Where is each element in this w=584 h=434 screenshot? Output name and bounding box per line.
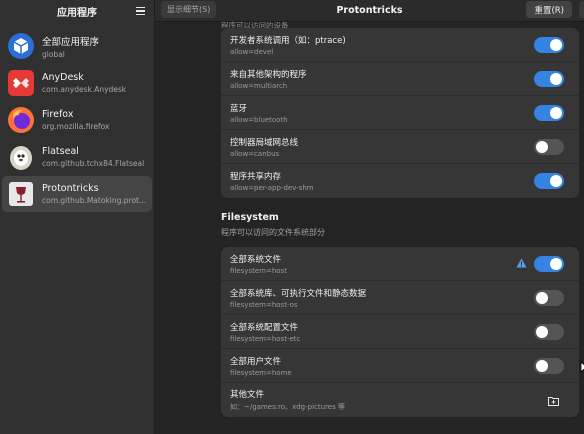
cube-icon <box>7 32 35 60</box>
permission-row-bluetooth: 蓝牙 allow=bluetooth <box>221 96 579 130</box>
page-title: Protontricks <box>336 5 403 16</box>
toggle-switch[interactable] <box>534 37 564 53</box>
app-id: com.github.Matoking.prot… <box>42 196 147 205</box>
row-title: 全部系统库、可执行文件和静态数据 <box>230 288 367 299</box>
filesystem-list: 全部系统文件 filesystem=host 全部系统库、可执行文件和静态数据 … <box>221 247 579 417</box>
row-subtitle: filesystem=home <box>230 368 292 377</box>
anydesk-icon <box>7 69 35 97</box>
row-title: 全部用户文件 <box>230 356 282 367</box>
row-title: 开发者系统调用（如：ptrace) <box>230 35 346 46</box>
reset-button[interactable]: 重置(R) <box>526 1 572 18</box>
toggle-switch[interactable] <box>534 105 564 121</box>
section-description: 程序可以访问的文件系统部分 <box>221 228 325 237</box>
permission-row-host-os: 全部系统库、可执行文件和静态数据 filesystem=host-os <box>221 281 579 315</box>
row-title: 来自其他架构的程序 <box>230 69 307 80</box>
section-description: 程序可以访问的设备 <box>221 21 289 28</box>
flatseal-icon <box>7 143 35 171</box>
toggle-switch[interactable] <box>534 358 564 374</box>
row-subtitle: filesystem=host-etc <box>230 334 301 343</box>
app-item-firefox[interactable]: Firefox org.mozilla.firefox <box>2 102 152 138</box>
row-subtitle: allow=canbus <box>230 149 280 158</box>
permission-row-other-files: 其他文件 如：~/games:ro、xdg-pictures 等 <box>221 383 579 417</box>
permission-row-multiarch: 来自其他架构的程序 allow=multiarch <box>221 62 579 96</box>
row-subtitle: filesystem=host-os <box>230 300 298 309</box>
app-id: com.github.tchx84.Flatseal <box>42 159 145 168</box>
app-id: global <box>42 49 65 59</box>
features-list: 开发者系统调用（如：ptrace) allow=devel 来自其他架构的程序 … <box>221 28 579 198</box>
permission-row-home: 全部用户文件 filesystem=home <box>221 349 579 383</box>
hamburger-menu-icon[interactable] <box>132 3 148 19</box>
protontricks-icon <box>7 180 35 208</box>
row-subtitle: allow=per-app-dev-shm <box>230 184 314 192</box>
section-title: Filesystem <box>221 212 279 223</box>
folder-add-icon[interactable] <box>548 396 559 406</box>
sidebar-header: 应用程序 <box>0 0 154 22</box>
app-item-global[interactable]: 全部应用程序 global <box>2 28 152 64</box>
firefox-icon <box>7 106 35 134</box>
toggle-switch[interactable] <box>534 324 564 340</box>
permissions-content: 程序可以访问的设备 开发者系统调用（如：ptrace) allow=devel … <box>221 21 579 417</box>
headerbar: 显示细节(S) Protontricks 重置(R) <box>155 0 584 22</box>
overflow-button[interactable] <box>579 1 584 18</box>
row-title: 程序共享内存 <box>230 172 282 182</box>
sidebar-title: 应用程序 <box>57 7 97 19</box>
toggle-switch[interactable] <box>534 173 564 189</box>
row-subtitle: allow=devel <box>230 47 274 56</box>
app-name: AnyDesk <box>42 72 84 83</box>
row-subtitle: allow=bluetooth <box>230 115 288 124</box>
permission-row-host-etc: 全部系统配置文件 filesystem=host-etc <box>221 315 579 349</box>
toggle-switch[interactable] <box>534 139 564 155</box>
toggle-switch[interactable] <box>534 71 564 87</box>
permission-row-shm: 程序共享内存 allow=per-app-dev-shm <box>221 164 579 198</box>
app-name: 全部应用程序 <box>42 36 100 48</box>
permission-row-devel: 开发者系统调用（如：ptrace) allow=devel <box>221 28 579 62</box>
app-list: 全部应用程序 global AnyDesk com.anydesk.Anydes… <box>0 28 154 212</box>
row-title: 控制器局域网总线 <box>230 137 299 148</box>
show-details-button[interactable]: 显示细节(S) <box>161 1 217 18</box>
app-name: Firefox <box>42 109 74 120</box>
row-subtitle: allow=multiarch <box>230 81 288 90</box>
app-id: org.mozilla.firefox <box>42 122 110 131</box>
permission-row-host: 全部系统文件 filesystem=host <box>221 247 579 281</box>
sidebar: 应用程序 全部应用程序 global AnyDesk com.anydesk.A… <box>0 0 155 434</box>
row-title: 其他文件 <box>230 390 265 400</box>
main-panel: 显示细节(S) Protontricks 重置(R) 程序可以访问的设备 开发者… <box>155 0 584 434</box>
permission-row-canbus: 控制器局域网总线 allow=canbus <box>221 130 579 164</box>
app-item-anydesk[interactable]: AnyDesk com.anydesk.Anydesk <box>2 65 152 101</box>
app-id: com.anydesk.Anydesk <box>42 85 127 94</box>
toggle-switch[interactable] <box>534 256 564 272</box>
flatseal-window: 应用程序 全部应用程序 global AnyDesk com.anydesk.A… <box>0 0 584 434</box>
toggle-switch[interactable] <box>534 290 564 306</box>
row-title: 蓝牙 <box>230 103 248 114</box>
app-name: Flatseal <box>42 146 79 157</box>
mouse-cursor-icon <box>580 361 584 373</box>
row-title: 全部系统配置文件 <box>230 322 299 333</box>
warning-icon <box>516 258 527 268</box>
app-item-protontricks[interactable]: Protontricks com.github.Matoking.prot… <box>2 176 152 212</box>
app-item-flatseal[interactable]: Flatseal com.github.tchx84.Flatseal <box>2 139 152 175</box>
row-subtitle: 如：~/games:ro、xdg-pictures 等 <box>230 403 345 411</box>
app-name: Protontricks <box>42 183 99 194</box>
